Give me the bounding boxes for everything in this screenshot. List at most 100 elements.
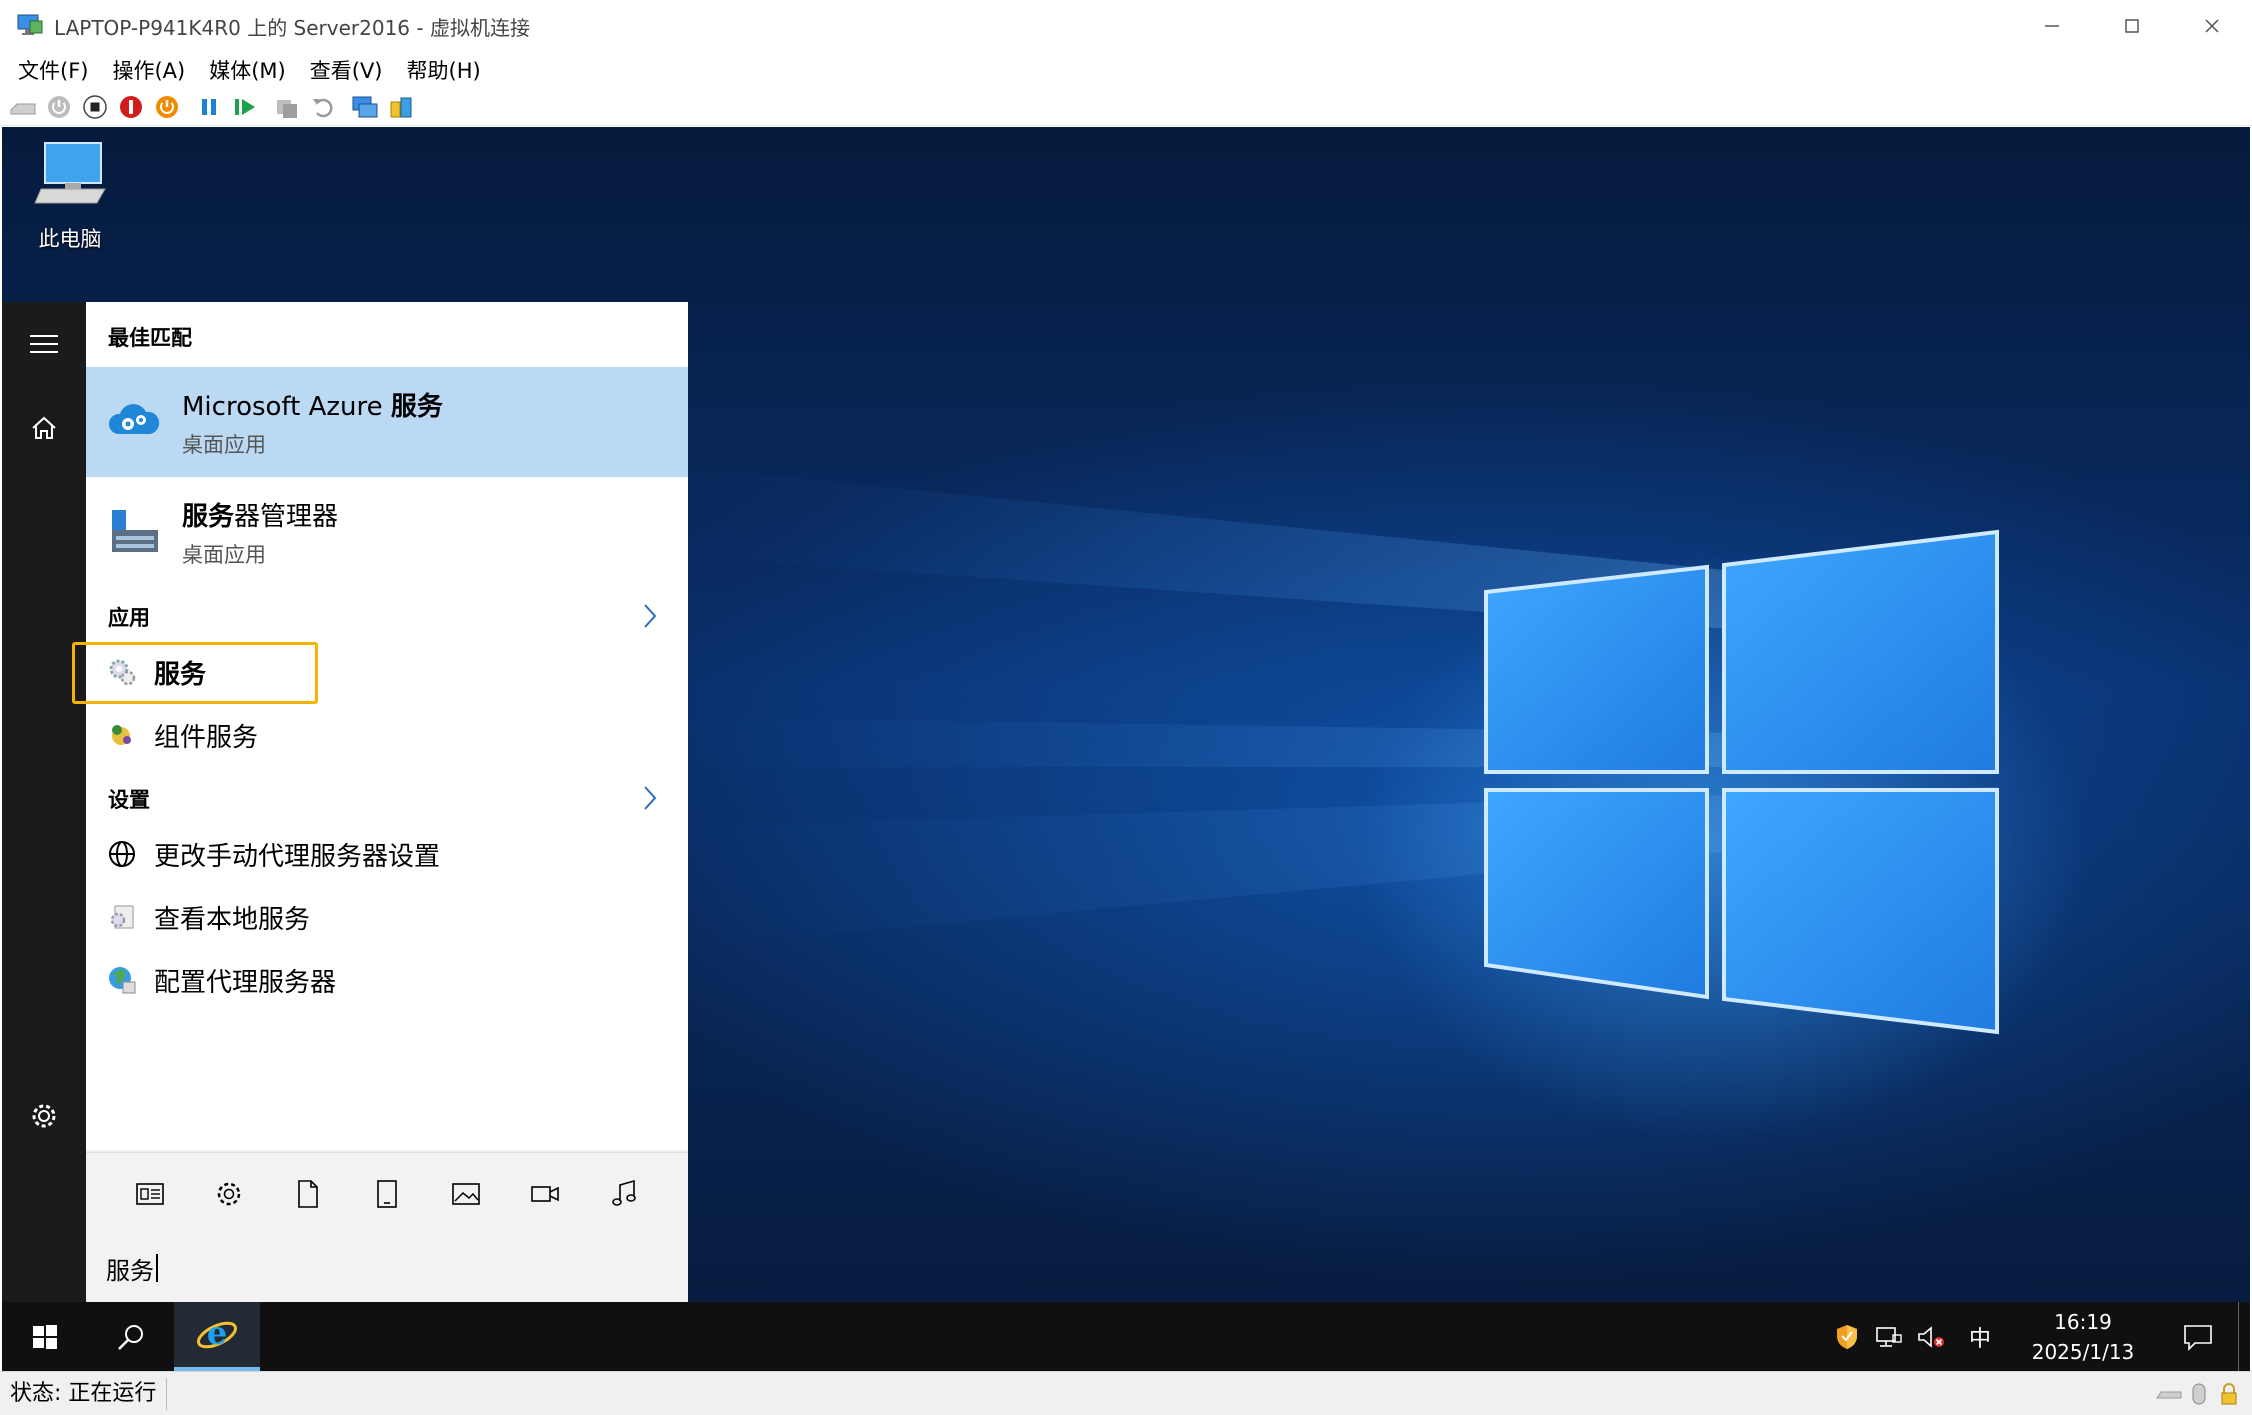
- resume-icon: [235, 98, 255, 115]
- setting-item-configure-proxy[interactable]: 配置代理服务器: [86, 950, 688, 1010]
- best-match-header: 最佳匹配: [108, 326, 192, 350]
- setting-item-manual-proxy[interactable]: 更改手动代理服务器设置: [86, 824, 688, 884]
- setting-item-label: 查看本地服务: [154, 904, 311, 935]
- notification-icon: [2184, 1324, 2212, 1351]
- filter-videos-button[interactable]: [525, 1174, 565, 1214]
- result-title-match: 服务: [390, 391, 443, 422]
- result-server-manager[interactable]: 服务器管理器 桌面应用: [86, 477, 688, 587]
- app-item-component-services[interactable]: 组件服务: [86, 705, 688, 765]
- apps-chevron-right-icon[interactable]: [640, 602, 660, 630]
- start-vm-button[interactable]: [42, 90, 76, 124]
- setting-item-label: 更改手动代理服务器设置: [154, 841, 441, 872]
- revert-icon: [313, 98, 333, 117]
- app-item-label: 组件服务: [154, 722, 259, 753]
- tablet-filter-icon: [377, 1179, 397, 1208]
- security-tray-button[interactable]: [1826, 1302, 1868, 1371]
- menu-file[interactable]: 文件(F): [18, 55, 88, 85]
- save-state-button[interactable]: [150, 90, 184, 124]
- hamburger-icon: [30, 335, 58, 353]
- text-caret: [156, 1254, 158, 1282]
- enhanced-session-button[interactable]: [348, 90, 382, 124]
- network-icon: [1876, 1326, 1902, 1347]
- shutdown-button[interactable]: [114, 90, 148, 124]
- result-subtitle: 桌面应用: [182, 542, 266, 567]
- taskbar-clock[interactable]: 16:19 2025/1/13: [2008, 1307, 2158, 1367]
- resume-button[interactable]: [228, 90, 262, 124]
- settings-filter-icon: [217, 1182, 240, 1205]
- show-desktop-button[interactable]: [2238, 1302, 2250, 1371]
- clock-date: 2025/1/13: [2031, 1339, 2135, 1364]
- ctrl-alt-del-button[interactable]: [6, 90, 40, 124]
- checkpoint-button[interactable]: [270, 90, 304, 124]
- internet-explorer-icon: e: [196, 1314, 238, 1352]
- search-results: 最佳匹配 Microsoft Azure 服务 桌面应用 服务器管理器 桌面应用…: [72, 302, 688, 1150]
- apps-filter-icon: [135, 1182, 164, 1205]
- close-button[interactable]: [2172, 0, 2252, 52]
- music-filter-icon: [612, 1179, 637, 1206]
- taskbar-ie-button[interactable]: e: [174, 1302, 260, 1371]
- keyboard-icon: [2156, 1391, 2182, 1399]
- share-icon: [390, 97, 412, 117]
- filter-documents-button[interactable]: [288, 1174, 328, 1214]
- home-button[interactable]: [2, 396, 86, 460]
- system-tray: 中 16:19 2025/1/13: [1826, 1302, 2250, 1371]
- menu-help[interactable]: 帮助(H): [407, 55, 481, 85]
- result-azure-services[interactable]: Microsoft Azure 服务 桌面应用: [86, 367, 688, 477]
- shutdown-icon: [120, 95, 142, 118]
- menubar: 文件(F) 操作(A) 媒体(M) 查看(V) 帮助(H): [0, 52, 2252, 88]
- search-icon: [118, 1324, 143, 1350]
- windows-logo-icon: [33, 1324, 57, 1349]
- action-center-button[interactable]: [2158, 1302, 2238, 1371]
- close-icon: [2205, 19, 2219, 33]
- volume-tray-button[interactable]: [1910, 1302, 1952, 1371]
- expand-menu-button[interactable]: [2, 312, 86, 376]
- pause-button[interactable]: [192, 90, 226, 124]
- start-button[interactable]: [2, 1302, 88, 1371]
- menu-media[interactable]: 媒体(M): [209, 55, 286, 85]
- menu-action[interactable]: 操作(A): [112, 55, 185, 85]
- result-title-suffix: 器管理器: [234, 501, 339, 532]
- filter-music-button[interactable]: [604, 1174, 644, 1214]
- azure-cloud-gear-icon: [108, 404, 160, 434]
- ime-indicator[interactable]: 中: [1952, 1302, 2008, 1371]
- pause-icon: [202, 98, 216, 115]
- search-filter-bar: [86, 1152, 688, 1234]
- filter-apps-button[interactable]: [130, 1174, 170, 1214]
- taskbar-search-button[interactable]: [88, 1302, 174, 1371]
- enhanced-session-icon: [352, 96, 378, 117]
- gear-icon: [32, 1104, 56, 1128]
- desktop-icon-this-pc[interactable]: 此电脑: [20, 137, 120, 253]
- maximize-icon: [2125, 19, 2139, 33]
- vm-guest-screen[interactable]: 此电脑 最佳匹配 Microsoft Azure 服务 桌面应用 服务器管理器 …: [2, 127, 2250, 1371]
- app-item-services[interactable]: 服务: [72, 642, 688, 704]
- settings-header: 设置: [108, 788, 150, 812]
- proxy-globe-icon: [109, 967, 136, 994]
- window-title: LAPTOP-P941K4R0 上的 Server2016 - 虚拟机连接: [54, 15, 530, 40]
- revert-button[interactable]: [306, 90, 340, 124]
- filter-settings-button[interactable]: [209, 1174, 249, 1214]
- computer-icon: [34, 142, 106, 204]
- result-title-prefix: Microsoft Azure: [182, 391, 391, 422]
- apps-header: 应用: [108, 606, 150, 630]
- network-tray-button[interactable]: [1868, 1302, 1910, 1371]
- share-button[interactable]: [384, 90, 418, 124]
- minimize-button[interactable]: [2012, 0, 2092, 52]
- start-icon: [48, 95, 70, 118]
- search-input[interactable]: 服务: [86, 1234, 688, 1302]
- home-icon: [32, 416, 56, 439]
- settings-button[interactable]: [2, 1084, 86, 1148]
- filter-photos-button[interactable]: [446, 1174, 486, 1214]
- maximize-button[interactable]: [2092, 0, 2172, 52]
- filter-tablet-button[interactable]: [367, 1174, 407, 1214]
- settings-chevron-right-icon[interactable]: [640, 784, 660, 812]
- mouse-icon: [2192, 1383, 2206, 1405]
- turn-off-button[interactable]: [78, 90, 112, 124]
- lock-icon: [2221, 1383, 2237, 1405]
- svg-text:e: e: [207, 1314, 227, 1352]
- status-icons: [2154, 1372, 2244, 1415]
- setting-item-label: 配置代理服务器: [154, 967, 337, 998]
- checkpoint-icon: [277, 99, 297, 118]
- menu-view[interactable]: 查看(V): [310, 55, 383, 85]
- result-title-match: 服务: [182, 501, 235, 532]
- setting-item-local-services[interactable]: 查看本地服务: [86, 887, 688, 947]
